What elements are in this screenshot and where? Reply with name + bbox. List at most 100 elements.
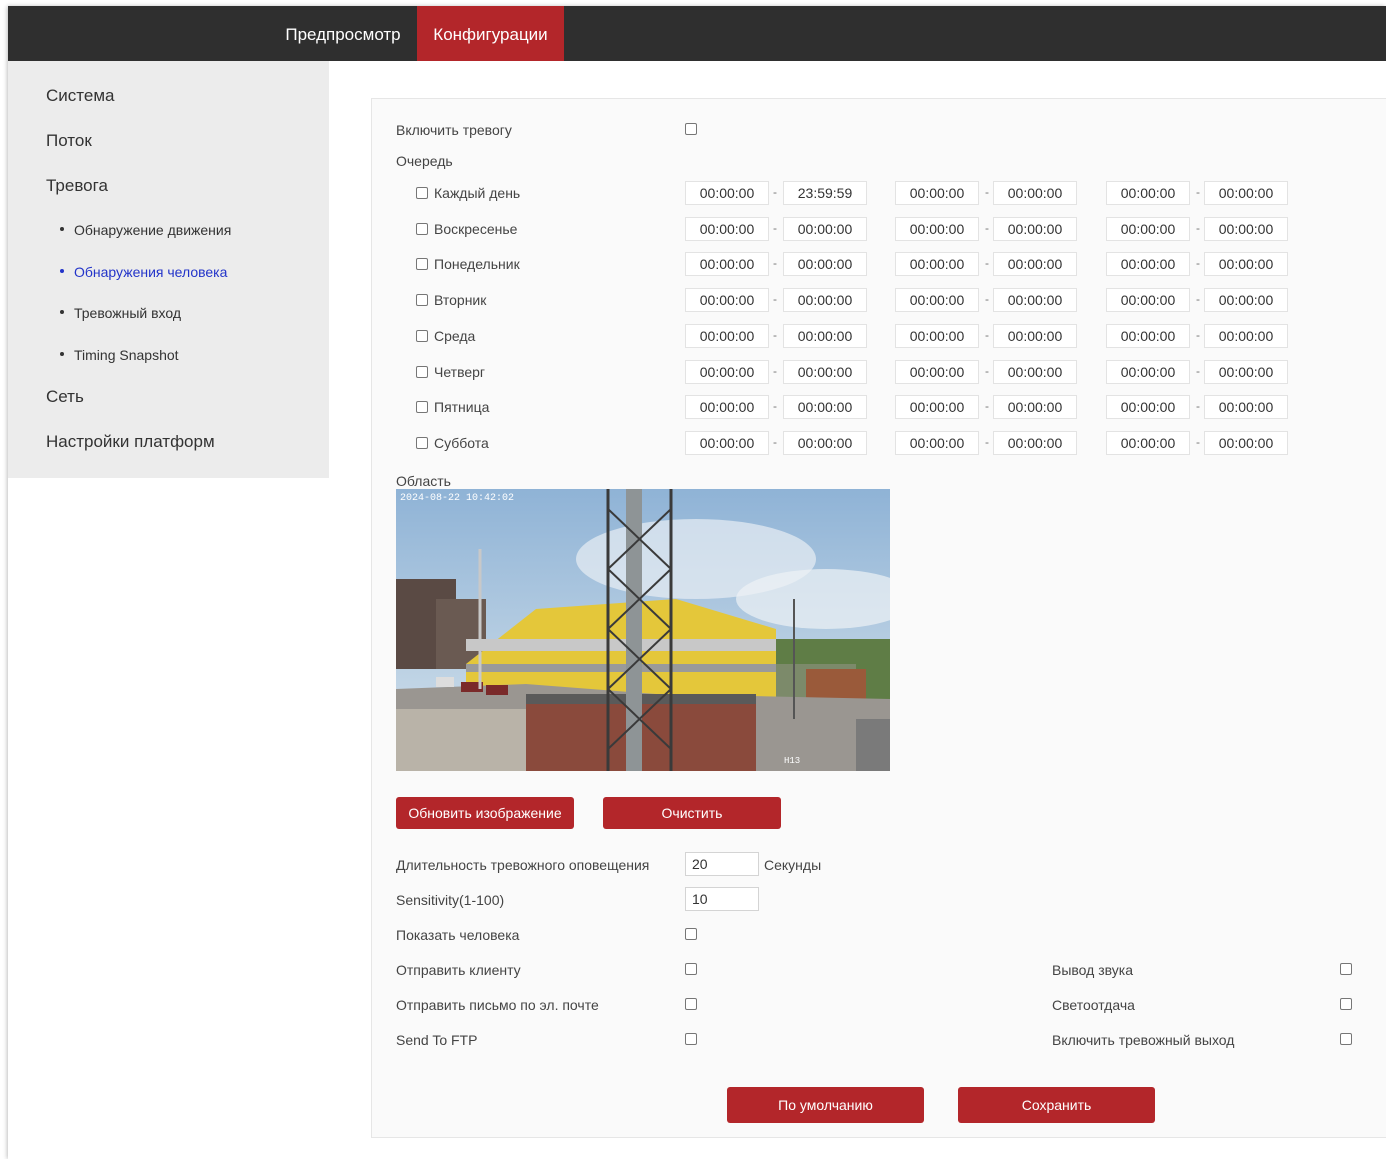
time-input[interactable]: 00:00:00	[1106, 324, 1190, 348]
time-input[interactable]: 00:00:00	[993, 324, 1077, 348]
send-to-client-checkbox[interactable]	[685, 963, 697, 975]
time-range-separator: -	[985, 328, 989, 342]
time-input[interactable]: 00:00:00	[993, 431, 1077, 455]
time-input[interactable]: 00:00:00	[1106, 395, 1190, 419]
time-input[interactable]: 00:00:00	[895, 324, 979, 348]
time-input[interactable]: 00:00:00	[1106, 360, 1190, 384]
time-input[interactable]: 00:00:00	[895, 395, 979, 419]
time-input[interactable]: 00:00:00	[1106, 431, 1190, 455]
day-checkbox[interactable]	[416, 330, 428, 343]
default-button[interactable]: По умолчанию	[727, 1087, 924, 1123]
time-input[interactable]: 00:00:00	[993, 181, 1077, 205]
clear-button[interactable]: Очистить	[603, 797, 781, 829]
time-input[interactable]: 00:00:00	[685, 181, 769, 205]
time-input[interactable]: 00:00:00	[1204, 181, 1288, 205]
alarm-duration-input[interactable]: 20	[685, 852, 759, 876]
time-input[interactable]: 00:00:00	[685, 288, 769, 312]
time-input[interactable]: 00:00:00	[1106, 181, 1190, 205]
day-checkbox[interactable]	[416, 223, 428, 236]
enable-alarm-label: Включить тревогу	[396, 122, 512, 138]
time-input[interactable]: 00:00:00	[1204, 217, 1288, 241]
time-input[interactable]: 00:00:00	[783, 360, 867, 384]
day-checkbox[interactable]	[416, 294, 428, 307]
schedule-day-row: Вторник	[416, 292, 486, 308]
sidebar-item-stream[interactable]: Поток	[46, 131, 92, 151]
day-checkbox[interactable]	[416, 187, 428, 200]
time-range-separator: -	[1196, 292, 1200, 306]
time-range-separator: -	[985, 256, 989, 270]
time-input[interactable]: 00:00:00	[993, 360, 1077, 384]
time-input[interactable]: 00:00:00	[783, 395, 867, 419]
time-input[interactable]: 00:00:00	[685, 217, 769, 241]
sidebar-item-motion-detection[interactable]: Обнаружение движения	[60, 222, 231, 238]
sidebar-item-alarm-input[interactable]: Тревожный вход	[60, 305, 181, 321]
camera-timestamp: 2024-08-22 10:42:02	[400, 493, 514, 504]
sound-output-checkbox[interactable]	[1340, 963, 1352, 975]
tab-preview[interactable]: Предпросмотр	[270, 6, 416, 61]
time-input[interactable]: 00:00:00	[685, 360, 769, 384]
time-input[interactable]: 00:00:00	[1106, 288, 1190, 312]
time-input[interactable]: 00:00:00	[685, 324, 769, 348]
time-input[interactable]: 00:00:00	[783, 288, 867, 312]
sidebar-item-system[interactable]: Система	[46, 86, 114, 106]
time-input[interactable]: 00:00:00	[895, 360, 979, 384]
alarm-duration-unit: Секунды	[764, 857, 822, 873]
day-checkbox[interactable]	[416, 437, 428, 450]
sidebar-item-label: Тревожный вход	[74, 305, 182, 321]
light-output-checkbox[interactable]	[1340, 998, 1352, 1010]
sidebar-item-timing-snapshot[interactable]: Timing Snapshot	[60, 347, 179, 363]
time-input[interactable]: 00:00:00	[783, 252, 867, 276]
sidebar-item-human-detection[interactable]: Обнаружения человека	[60, 264, 227, 280]
alarm-output-checkbox[interactable]	[1340, 1033, 1352, 1045]
time-input[interactable]: 00:00:00	[783, 431, 867, 455]
sidebar-item-alarm[interactable]: Тревога	[46, 176, 108, 196]
day-label: Понедельник	[434, 256, 520, 272]
time-range-separator: -	[985, 185, 989, 199]
camera-snapshot[interactable]: 2024-08-22 10:42:02 H13	[396, 489, 890, 771]
send-ftp-checkbox[interactable]	[685, 1033, 697, 1045]
bullet-icon	[60, 310, 64, 315]
time-input[interactable]: 00:00:00	[895, 431, 979, 455]
time-input[interactable]: 00:00:00	[1204, 252, 1288, 276]
day-checkbox[interactable]	[416, 401, 428, 414]
bullet-icon	[60, 269, 64, 274]
time-input[interactable]: 00:00:00	[993, 395, 1077, 419]
time-input[interactable]: 00:00:00	[895, 288, 979, 312]
top-navigation-bar: Предпросмотр Конфигурации	[8, 6, 1386, 61]
tab-configuration[interactable]: Конфигурации	[417, 6, 564, 61]
refresh-image-button[interactable]: Обновить изображение	[396, 797, 574, 829]
time-input[interactable]: 00:00:00	[1204, 360, 1288, 384]
time-range-separator: -	[1196, 185, 1200, 199]
time-input[interactable]: 23:59:59	[783, 181, 867, 205]
light-output-label: Светоотдача	[1052, 997, 1135, 1013]
sensitivity-input[interactable]: 10	[685, 887, 759, 911]
time-input[interactable]: 00:00:00	[895, 217, 979, 241]
time-input[interactable]: 00:00:00	[685, 395, 769, 419]
time-input[interactable]: 00:00:00	[783, 324, 867, 348]
time-input[interactable]: 00:00:00	[1204, 395, 1288, 419]
camera-id: H13	[784, 756, 800, 766]
save-button[interactable]: Сохранить	[958, 1087, 1155, 1123]
time-input[interactable]: 00:00:00	[1204, 288, 1288, 312]
day-checkbox[interactable]	[416, 366, 428, 379]
time-input[interactable]: 00:00:00	[1106, 217, 1190, 241]
time-input[interactable]: 00:00:00	[685, 252, 769, 276]
sidebar-item-network[interactable]: Сеть	[46, 387, 84, 407]
time-input[interactable]: 00:00:00	[685, 431, 769, 455]
time-range-separator: -	[1196, 256, 1200, 270]
time-input[interactable]: 00:00:00	[895, 252, 979, 276]
day-checkbox[interactable]	[416, 258, 428, 271]
time-input[interactable]: 00:00:00	[1106, 252, 1190, 276]
time-input[interactable]: 00:00:00	[783, 217, 867, 241]
time-input[interactable]: 00:00:00	[993, 252, 1077, 276]
time-input[interactable]: 00:00:00	[895, 181, 979, 205]
send-email-checkbox[interactable]	[685, 998, 697, 1010]
enable-alarm-checkbox[interactable]	[685, 123, 697, 135]
show-person-checkbox[interactable]	[685, 928, 697, 940]
time-input[interactable]: 00:00:00	[1204, 431, 1288, 455]
time-input[interactable]: 00:00:00	[993, 217, 1077, 241]
sidebar-item-platform-settings[interactable]: Настройки платформ	[46, 432, 215, 452]
time-input[interactable]: 00:00:00	[1204, 324, 1288, 348]
time-input[interactable]: 00:00:00	[993, 288, 1077, 312]
time-range-separator: -	[1196, 364, 1200, 378]
